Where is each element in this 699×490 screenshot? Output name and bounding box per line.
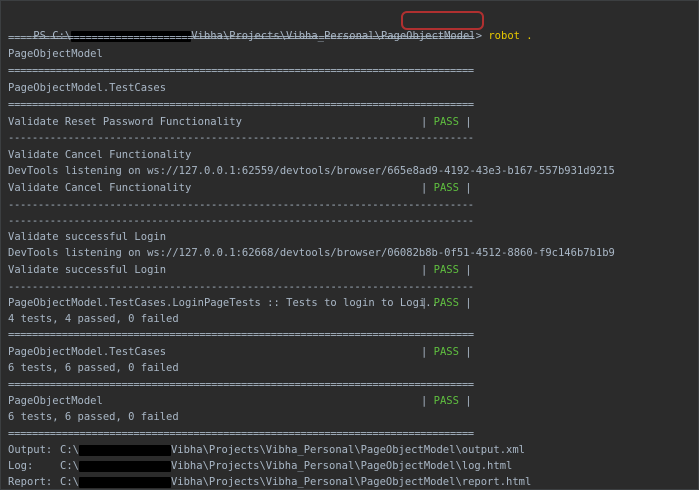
suite-result-line: PageObjectModel.TestCases.LoginPageTests… [8, 296, 444, 310]
output-drive: C:\ [60, 444, 79, 456]
output-line: Output: C:\ Vibha\Projects\Vibha_Personal\… [8, 443, 525, 457]
suite-summary: 4 tests, 4 passed, 0 failed [8, 313, 179, 325]
test-status: | PASS | [421, 264, 472, 276]
report-label: Report: [8, 476, 53, 488]
test-name: Validate Reset Password Functionality [8, 116, 242, 128]
test-start-line: Validate successful Login [8, 231, 167, 243]
pass-badge: PASS [433, 395, 459, 407]
test-result-line: Validate successful Login [8, 263, 166, 277]
report-drive: C:\ [60, 476, 79, 488]
pass-badge: PASS [433, 297, 459, 309]
pass-badge: PASS [433, 116, 459, 128]
suite-testcases-header: PageObjectModel.TestCases [8, 82, 167, 94]
devtools-line: DevTools listening on ws://127.0.0.1:626… [8, 247, 615, 259]
separator-double: ========================================… [8, 65, 474, 77]
pass-badge: PASS [433, 346, 459, 358]
redacted-username [78, 476, 171, 488]
separator-double: ========================================… [8, 379, 474, 391]
suite-name: PageObjectModel [8, 395, 103, 407]
suite-status: | PASS | [421, 395, 472, 407]
suite-name: PageObjectModel.TestCases.LoginPageTests… [8, 297, 445, 309]
redacted-username [78, 444, 171, 456]
log-line: Log: C:\ Vibha\Projects\Vibha_Personal\Pag… [8, 459, 512, 473]
suite-status: | PASS | [421, 297, 472, 309]
command-highlight-box [401, 11, 484, 30]
suite-status: | PASS | [421, 346, 472, 358]
log-path[interactable]: Vibha\Projects\Vibha_Personal\PageObject… [171, 460, 512, 472]
test-result-line: Validate Cancel Functionality [8, 181, 191, 195]
separator-double: ========================================… [8, 428, 474, 440]
separator-single: ----------------------------------------… [8, 199, 474, 211]
suite-root-header: PageObjectModel [8, 48, 103, 60]
suite-summary: 6 tests, 6 passed, 0 failed [8, 411, 179, 423]
suite-result-line: PageObjectModel.TestCases [8, 345, 166, 359]
test-name: Validate successful Login [8, 264, 167, 276]
redacted-username [78, 460, 171, 472]
output-label: Output: [8, 444, 53, 456]
report-path[interactable]: Vibha\Projects\Vibha_Personal\PageObject… [171, 476, 531, 488]
separator-single: ----------------------------------------… [8, 132, 474, 144]
separator-double: ========================================… [8, 329, 474, 341]
suite-name: PageObjectModel.TestCases [8, 346, 167, 358]
log-label: Log: [8, 460, 34, 472]
test-start-line: Validate Cancel Functionality [8, 149, 192, 161]
test-name: Validate Cancel Functionality [8, 182, 192, 194]
test-status: | PASS | [421, 182, 472, 194]
test-result-line: Validate Reset Password Functionality [8, 115, 242, 129]
log-drive: C:\ [60, 460, 79, 472]
devtools-line: DevTools listening on ws://127.0.0.1:625… [8, 165, 615, 177]
pass-badge: PASS [433, 182, 459, 194]
test-status: | PASS | [421, 116, 472, 128]
command-text: robot . [488, 30, 533, 42]
terminal-window[interactable]: PS C:\ Vibha\Projects\Vibha_Personal\Page… [0, 0, 699, 490]
separator-double: ========================================… [8, 99, 474, 111]
separator-single: ----------------------------------------… [8, 281, 474, 293]
report-line: Report: C:\ Vibha\Projects\Vibha_Personal\… [8, 475, 531, 489]
separator-single: ----------------------------------------… [8, 215, 474, 227]
suite-result-line: PageObjectModel [8, 394, 103, 408]
pass-badge: PASS [433, 264, 459, 276]
separator-double: ========================================… [8, 32, 474, 44]
suite-summary: 6 tests, 6 passed, 0 failed [8, 362, 179, 374]
output-path[interactable]: Vibha\Projects\Vibha_Personal\PageObject… [171, 444, 525, 456]
